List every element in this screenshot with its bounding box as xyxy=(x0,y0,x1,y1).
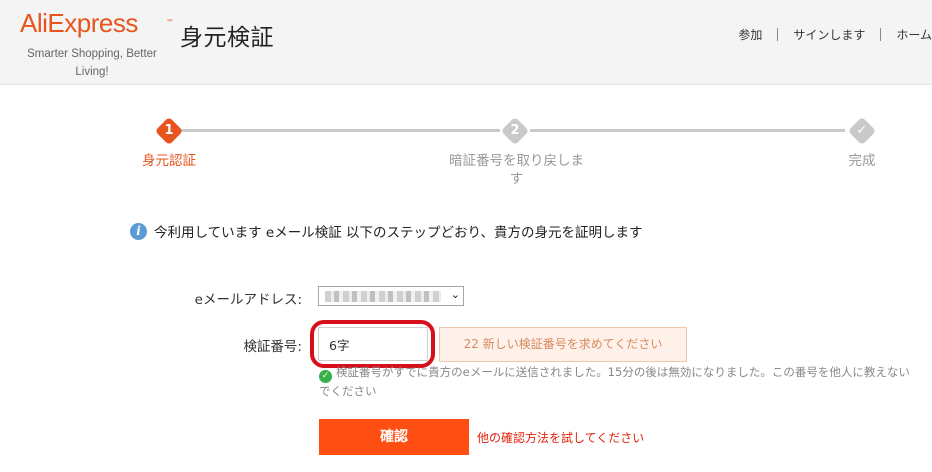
step-connector xyxy=(178,129,500,132)
step-2-number: 2 xyxy=(510,123,520,138)
step-3-label: 完成 xyxy=(848,153,876,169)
confirm-button[interactable]: 確認 xyxy=(319,419,469,455)
nav-divider xyxy=(880,28,882,41)
chevron-down-icon: ⌄ xyxy=(450,288,460,301)
nav-divider xyxy=(777,28,779,41)
page-header: AliExpress ™ Smarter Shopping, Better Li… xyxy=(0,0,932,85)
success-check-icon: ✓ xyxy=(319,370,332,383)
home-link[interactable]: ホーム xyxy=(896,26,932,43)
top-navigation: 参加 サインします ホーム xyxy=(738,26,932,43)
verification-info: i 今利用しています eメール検証 以下のステップどおり、貴方の身元を証明します xyxy=(130,221,642,241)
step-1-label: 身元認証 xyxy=(142,153,196,169)
step-connector xyxy=(530,129,845,132)
info-icon: i xyxy=(130,222,147,240)
logo-tagline: Smarter Shopping, Better Living! xyxy=(27,48,157,78)
info-text: 今利用しています eメール検証 以下のステップどおり、貴方の身元を証明します xyxy=(154,225,643,241)
code-sent-message: ✓ 検証番号がすでに貴方のeメールに送信されました。15分の後は無効になりました。… xyxy=(319,364,919,400)
signin-link[interactable]: サインします xyxy=(793,26,865,43)
code-sent-text: 検証番号がすでに貴方のeメールに送信されました。15分の後は無効になりました。こ… xyxy=(319,365,910,398)
resend-code-button[interactable]: 22 新しい検証番号を求めてください xyxy=(439,327,687,362)
progress-steps: 1 身元認証 2 暗証番号を取り戻します ✓ 完成 xyxy=(0,110,932,200)
brand-logo[interactable]: AliExpress ™ Smarter Shopping, Better Li… xyxy=(20,8,174,81)
join-link[interactable]: 参加 xyxy=(738,26,762,43)
email-select[interactable]: ⌄ xyxy=(318,286,464,306)
code-label: 検証番号: xyxy=(243,339,302,355)
step-1-number: 1 xyxy=(164,123,174,138)
checkmark-icon: ✓ xyxy=(856,123,868,138)
email-label: eメールアドレス: xyxy=(194,292,302,308)
step-2-label: 暗証番号を取り戻します xyxy=(449,153,584,187)
email-value-redacted xyxy=(325,291,441,302)
verification-code-input[interactable] xyxy=(318,327,428,361)
other-method-link[interactable]: 他の確認方法を試してください xyxy=(477,429,644,446)
page-title: 身元検証 xyxy=(180,25,274,51)
logo-wordmark: AliExpress xyxy=(20,8,138,38)
logo-trademark: ™ xyxy=(166,18,174,27)
